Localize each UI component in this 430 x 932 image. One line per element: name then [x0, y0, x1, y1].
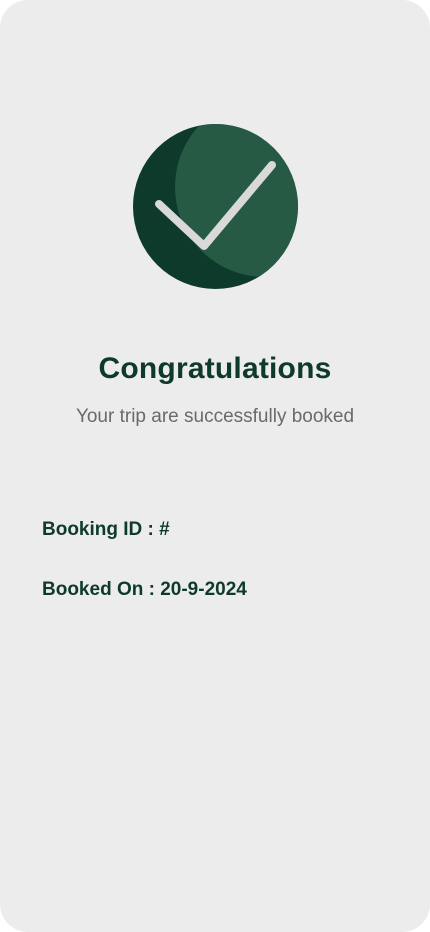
confirmation-subtitle: Your trip are successfully booked: [75, 406, 355, 427]
check-circle-icon: [133, 124, 298, 289]
booking-confirmation-screen: Congratulations Your trip are successful…: [0, 0, 430, 932]
booked-on-date-text: Booked On : 20-9-2024: [42, 579, 247, 600]
booking-id-text: Booking ID : #: [42, 519, 170, 540]
confirmation-title: Congratulations: [98, 352, 332, 385]
